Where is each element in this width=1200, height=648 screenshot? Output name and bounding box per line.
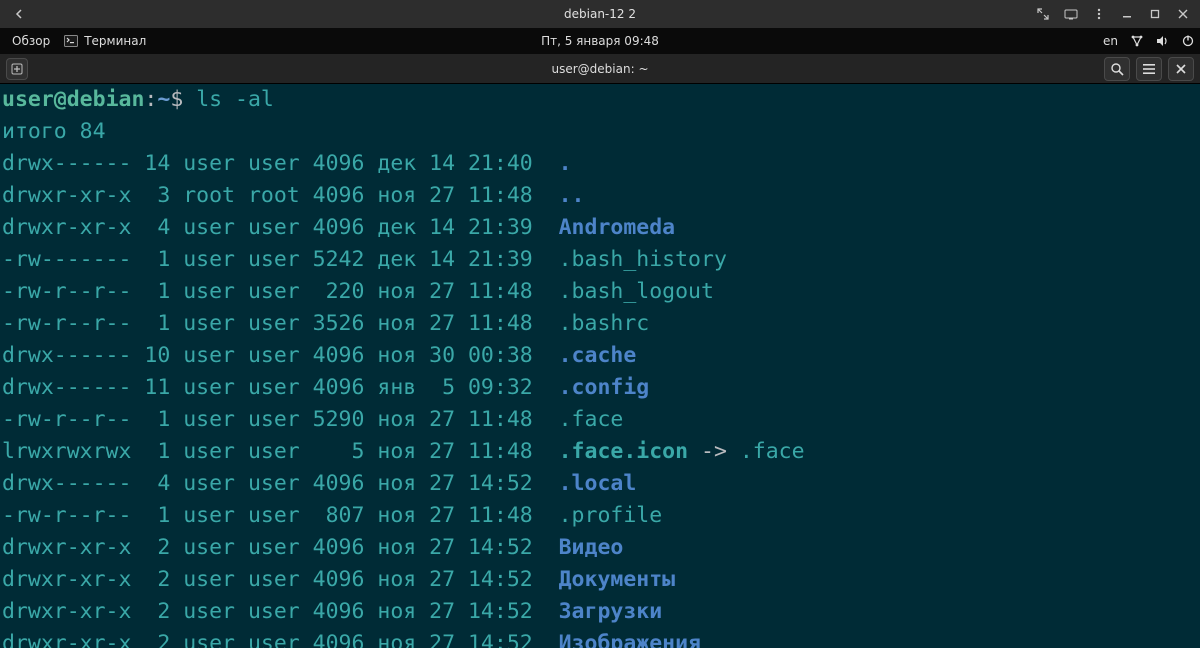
kebab-menu-icon[interactable] bbox=[1092, 7, 1106, 21]
vm-window-titlebar: debian-12 2 bbox=[0, 0, 1200, 28]
listing-row: -rw-r--r-- 1 user user 220 ноя 27 11:48 … bbox=[2, 276, 1200, 308]
listing-row: -rw-r--r-- 1 user user 3526 ноя 27 11:48… bbox=[2, 308, 1200, 340]
network-icon[interactable] bbox=[1130, 35, 1144, 47]
listing-row: -rw-r--r-- 1 user user 5290 ноя 27 11:48… bbox=[2, 404, 1200, 436]
listing-row: lrwxrwxrwx 1 user user 5 ноя 27 11:48 .f… bbox=[2, 436, 1200, 468]
window-maximize-icon[interactable] bbox=[1148, 7, 1162, 21]
fullscreen-icon[interactable] bbox=[1036, 7, 1050, 21]
listing-row: drwx------ 10 user user 4096 ноя 30 00:3… bbox=[2, 340, 1200, 372]
listing-row: -rw-r--r-- 1 user user 807 ноя 27 11:48 … bbox=[2, 500, 1200, 532]
listing-row: drwxr-xr-x 2 user user 4096 ноя 27 14:52… bbox=[2, 564, 1200, 596]
new-tab-button[interactable] bbox=[6, 58, 28, 80]
activities-button[interactable]: Обзор bbox=[6, 34, 56, 48]
gnome-top-panel: Обзор Терминал Пт, 5 января 09:48 en bbox=[0, 28, 1200, 54]
listing-row: drwxr-xr-x 3 root root 4096 ноя 27 11:48… bbox=[2, 180, 1200, 212]
terminal-app-icon bbox=[64, 35, 78, 47]
listing-row: drwxr-xr-x 4 user user 4096 дек 14 21:39… bbox=[2, 212, 1200, 244]
terminal-output[interactable]: user@debian:~$ ls -alитого 84drwx------ … bbox=[0, 84, 1200, 648]
keyboard-layout-indicator[interactable]: en bbox=[1103, 34, 1118, 48]
terminal-close-button[interactable] bbox=[1168, 57, 1194, 81]
panel-clock[interactable]: Пт, 5 января 09:48 bbox=[0, 34, 1200, 48]
window-minimize-icon[interactable] bbox=[1120, 7, 1134, 21]
listing-row: -rw------- 1 user user 5242 дек 14 21:39… bbox=[2, 244, 1200, 276]
listing-row: drwxr-xr-x 2 user user 4096 ноя 27 14:52… bbox=[2, 532, 1200, 564]
hamburger-menu-button[interactable] bbox=[1136, 57, 1162, 81]
window-close-icon[interactable] bbox=[1176, 7, 1190, 21]
search-button[interactable] bbox=[1104, 57, 1130, 81]
focused-app-menu[interactable]: Терминал bbox=[64, 34, 146, 48]
listing-row: drwx------ 14 user user 4096 дек 14 21:4… bbox=[2, 148, 1200, 180]
focused-app-name: Терминал bbox=[84, 34, 146, 48]
terminal-title: user@debian: ~ bbox=[0, 62, 1200, 76]
listing-row: drwx------ 11 user user 4096 янв 5 09:32… bbox=[2, 372, 1200, 404]
listing-row: drwxr-xr-x 2 user user 4096 ноя 27 14:52… bbox=[2, 596, 1200, 628]
terminal-headerbar: user@debian: ~ bbox=[0, 54, 1200, 84]
vm-window-title: debian-12 2 bbox=[0, 7, 1200, 21]
power-icon[interactable] bbox=[1182, 35, 1194, 47]
vm-back-button[interactable] bbox=[0, 0, 38, 28]
volume-icon[interactable] bbox=[1156, 35, 1170, 47]
listing-row: drwxr-xr-x 2 user user 4096 ноя 27 14:52… bbox=[2, 628, 1200, 648]
display-icon[interactable] bbox=[1064, 7, 1078, 21]
listing-row: drwx------ 4 user user 4096 ноя 27 14:52… bbox=[2, 468, 1200, 500]
